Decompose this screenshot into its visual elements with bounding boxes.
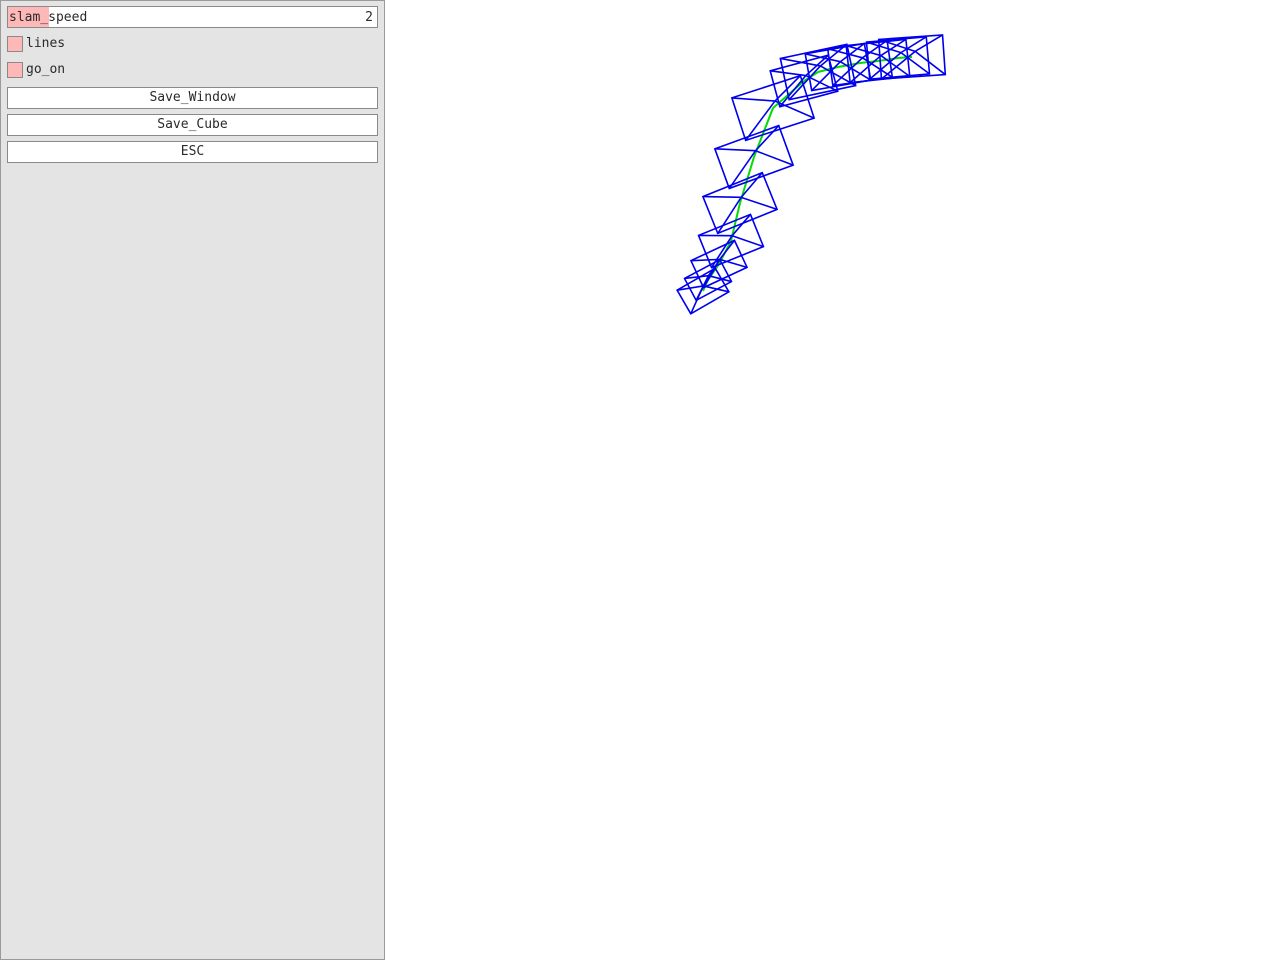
trajectory-segment	[898, 57, 912, 58]
lines-label: lines	[26, 36, 65, 52]
frustum-edge	[901, 53, 930, 74]
frustum-edge	[715, 149, 756, 151]
frustum-edge	[729, 151, 755, 189]
frustum-edge	[770, 71, 806, 76]
3d-viewport[interactable]	[385, 0, 1280, 960]
go-on-label: go_on	[26, 62, 65, 78]
frustum-edge	[915, 51, 945, 74]
trajectory-scene	[385, 0, 1280, 960]
control-panel: slam_speed 2 lines go_on Save_Window Sav…	[0, 0, 385, 960]
slider-value: 2	[365, 10, 373, 25]
frustum-edge	[741, 197, 777, 209]
frustum-edge	[879, 39, 916, 51]
esc-button[interactable]: ESC	[7, 141, 378, 163]
lines-checkbox-row[interactable]: lines	[7, 36, 378, 54]
frustum-edge	[703, 197, 741, 198]
slam-speed-slider[interactable]: slam_speed 2	[7, 6, 378, 28]
frustum-edge	[756, 151, 794, 165]
lines-checkbox[interactable]	[7, 36, 23, 52]
save-window-button[interactable]: Save_Window	[7, 87, 378, 109]
save-cube-button[interactable]: Save_Cube	[7, 114, 378, 136]
slider-label: slam_speed	[9, 10, 87, 25]
go-on-checkbox-row[interactable]: go_on	[7, 62, 378, 80]
frustum-edge	[732, 98, 775, 101]
go-on-checkbox[interactable]	[7, 62, 23, 78]
